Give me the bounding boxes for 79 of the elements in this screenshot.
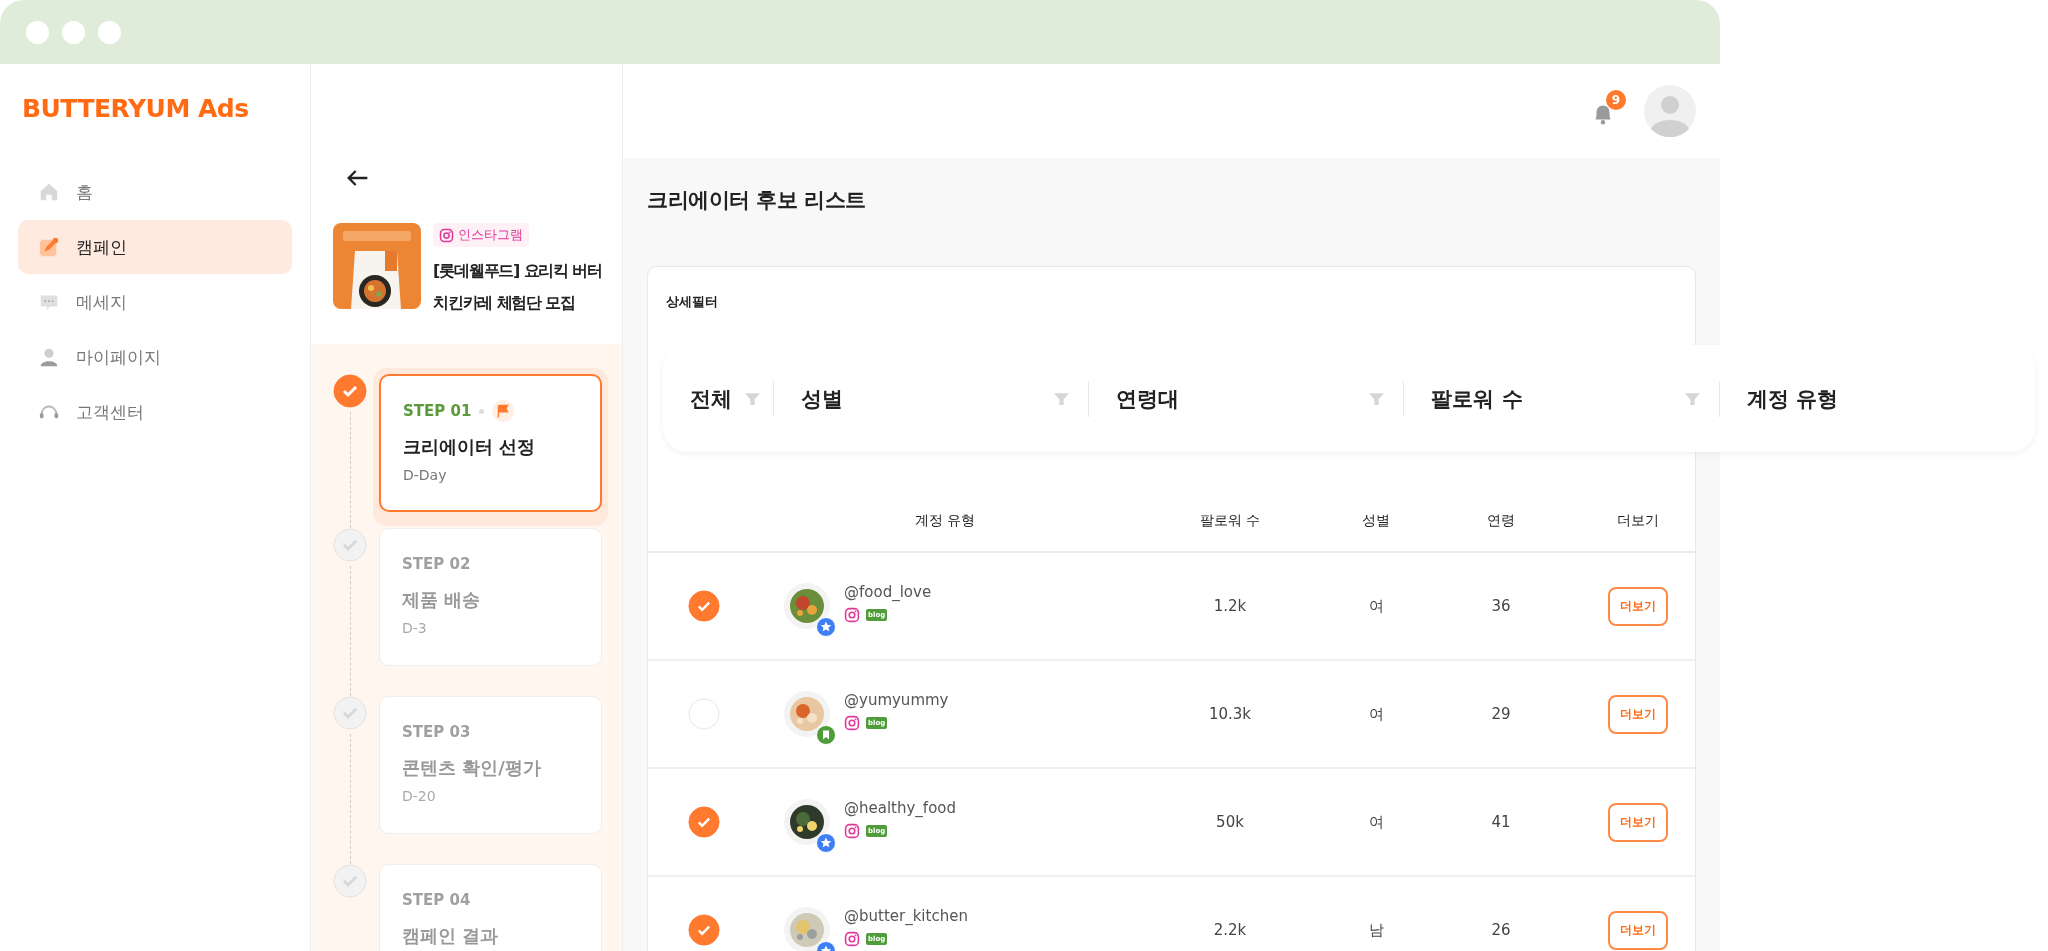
step-number: STEP 01 — [403, 402, 472, 420]
table-cell-text: 여 — [1367, 596, 1385, 616]
star-badge-icon — [816, 617, 836, 637]
instagram-icon — [844, 607, 860, 623]
filter-tab[interactable]: 팔로워 수 — [1431, 384, 1523, 413]
column-header: 연령 — [1486, 511, 1516, 530]
flag-icon — [492, 400, 515, 422]
step-title: 제품 배송 — [402, 588, 482, 612]
filter-icon[interactable] — [1053, 390, 1070, 407]
step-due: D-20 — [402, 788, 437, 804]
more-button[interactable]: 더보기 — [1608, 586, 1668, 626]
home-icon — [38, 181, 60, 203]
window-dot — [62, 20, 85, 44]
campaign-title: [롯데웰푸드] 요리킥 버터치킨카레 체험단 모집 — [433, 260, 603, 314]
avatar-icon[interactable] — [1644, 85, 1696, 137]
column-header: 팔로워 수 — [1198, 511, 1262, 530]
filter-tab[interactable]: 성별 — [800, 384, 843, 413]
account-handle: @food_love — [844, 583, 932, 601]
nav-item[interactable]: 고객센터 — [18, 385, 292, 439]
table-cell-text: 여 — [1367, 704, 1385, 724]
table-cell-text: 36 — [1490, 597, 1512, 615]
instagram-icon — [844, 931, 860, 947]
instagram-icon — [844, 823, 860, 839]
person-icon — [38, 346, 60, 368]
table-cell-text: 29 — [1490, 705, 1512, 723]
filter-tab[interactable]: 계정 유형 — [1746, 384, 1839, 413]
notification-badge: 9 — [1606, 90, 1626, 110]
step-card[interactable]: STEP 01 크리에이터 선정 D-Day — [379, 374, 602, 512]
table-cell-text: 여 — [1367, 812, 1385, 832]
account-handle: @yumyummy — [844, 691, 949, 709]
star-badge-icon — [816, 833, 836, 853]
checkbox[interactable] — [688, 590, 720, 622]
table-cell-text: 50k — [1215, 813, 1245, 831]
step-card[interactable]: STEP 04 캠페인 결과 — [379, 864, 602, 951]
column-header: 더보기 — [1616, 511, 1660, 530]
step-card[interactable]: STEP 02 제품 배송 D-3 — [379, 528, 602, 666]
table-cell-text: 2.2k — [1212, 921, 1248, 939]
filter-tab[interactable]: 연령대 — [1116, 384, 1179, 413]
checkbox[interactable] — [688, 806, 720, 838]
filter-tab[interactable]: 전체 — [690, 384, 732, 413]
table-cell-text: 41 — [1490, 813, 1512, 831]
step-number: STEP 04 — [402, 891, 471, 909]
instagram-icon — [844, 715, 860, 731]
account-handle: @healthy_food — [844, 799, 957, 817]
filter-icon[interactable] — [1368, 390, 1386, 407]
page-title: 크리에이터 후보 리스트 — [647, 187, 867, 214]
table-cell-text: 남 — [1367, 920, 1385, 940]
nav-item[interactable]: 마이페이지 — [18, 330, 292, 384]
table-cell-text: 26 — [1490, 921, 1512, 939]
platform-tag: 인스타그램 — [433, 223, 529, 247]
step-due: D-3 — [402, 620, 428, 636]
account-handle: @butter_kitchen — [844, 907, 968, 925]
step-title: 콘텐츠 확인/평가 — [402, 756, 542, 780]
more-button[interactable]: 더보기 — [1608, 694, 1668, 734]
step-number: STEP 02 — [402, 555, 471, 573]
filter-icon[interactable] — [743, 390, 761, 407]
more-button[interactable]: 더보기 — [1608, 910, 1668, 950]
step-title: 크리에이터 선정 — [403, 435, 537, 459]
window-dot — [98, 20, 121, 44]
column-header: 성별 — [1361, 511, 1391, 530]
nav-item[interactable]: 캠페인 — [18, 220, 292, 274]
step-number: STEP 03 — [402, 723, 471, 741]
brand-logo[interactable]: BUTTERYUM Ads — [18, 94, 249, 123]
instagram-icon — [439, 227, 454, 243]
checkbox[interactable] — [688, 914, 720, 946]
nav-item[interactable]: 메세지 — [18, 275, 292, 329]
table-cell-text: 1.2k — [1212, 597, 1248, 615]
step-due: D-Day — [403, 467, 448, 483]
campaign-icon — [38, 236, 60, 258]
column-header: 계정 유형 — [913, 511, 977, 530]
filter-label: 상세필터 — [666, 293, 718, 311]
window-dot — [26, 20, 49, 44]
table-cell-text: 10.3k — [1207, 705, 1253, 723]
filter-icon[interactable] — [1683, 390, 1701, 407]
step-card[interactable]: STEP 03 콘텐츠 확인/평가 D-20 — [379, 696, 602, 834]
step-title: 캠페인 결과 — [402, 924, 500, 948]
bookmark-badge-icon — [816, 725, 836, 745]
more-button[interactable]: 더보기 — [1608, 802, 1668, 842]
nav-item[interactable]: 홈 — [18, 165, 292, 219]
